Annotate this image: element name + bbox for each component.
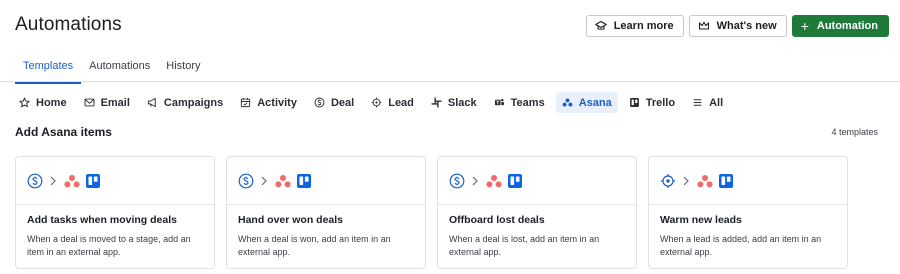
tab-bar: Templates Automations History bbox=[15, 56, 209, 84]
card-description: When a lead is added, add an item in an … bbox=[660, 234, 822, 257]
trello-logo-icon bbox=[719, 173, 733, 188]
tab-automations[interactable]: Automations bbox=[81, 56, 158, 84]
card-title: Warm new leads bbox=[660, 214, 742, 226]
filter-trello[interactable]: Trello bbox=[623, 92, 681, 113]
filter-deal-label: Deal bbox=[330, 96, 355, 109]
asana-logo-icon bbox=[275, 174, 291, 187]
graduation-cap-icon bbox=[594, 20, 607, 30]
template-cards: Add tasks when moving deals When a deal … bbox=[15, 156, 848, 269]
mail-icon bbox=[84, 98, 95, 107]
card-title: Hand over won deals bbox=[238, 214, 344, 226]
templates-count: 4 templates bbox=[831, 127, 878, 137]
chevron-right-icon bbox=[683, 176, 689, 185]
dollar-circle-icon bbox=[27, 173, 43, 188]
filter-lead-label: Lead bbox=[388, 96, 414, 109]
filter-home-label: Home bbox=[36, 96, 67, 109]
asana-logo-icon bbox=[64, 174, 80, 187]
dollar-circle-icon bbox=[238, 173, 254, 188]
filter-teams[interactable]: Teams bbox=[488, 92, 551, 113]
card-description: When a deal is moved to a stage, add an … bbox=[27, 234, 191, 257]
trello-logo-icon bbox=[86, 173, 100, 188]
section-title: Add Asana items bbox=[15, 125, 112, 139]
trello-icon bbox=[629, 98, 639, 107]
calendar-icon bbox=[241, 98, 251, 108]
slack-icon bbox=[431, 97, 442, 108]
target-icon bbox=[661, 173, 675, 188]
filter-activity[interactable]: Activity bbox=[234, 92, 303, 113]
asana-logo-icon bbox=[486, 174, 502, 187]
learn-more-label: Learn more bbox=[613, 20, 674, 32]
dollar-circle-icon bbox=[449, 173, 465, 188]
dollar-circle-icon bbox=[314, 97, 325, 108]
filter-trello-label: Trello bbox=[645, 96, 676, 109]
page-title: Automations bbox=[15, 14, 122, 35]
trello-logo-icon bbox=[297, 173, 311, 188]
template-card[interactable]: Warm new leads When a lead is added, add… bbox=[648, 156, 848, 269]
asana-icon bbox=[562, 98, 573, 107]
card-icon-row bbox=[649, 157, 847, 205]
tab-history[interactable]: History bbox=[158, 56, 208, 84]
filter-all[interactable]: All bbox=[686, 92, 729, 113]
card-icon-row bbox=[227, 157, 425, 205]
megaphone-icon bbox=[147, 97, 156, 108]
asana-logo-icon bbox=[697, 174, 713, 187]
card-description: When a deal is won, add an item in an ex… bbox=[238, 234, 391, 257]
tabs-divider bbox=[0, 81, 900, 82]
filter-email[interactable]: Email bbox=[78, 92, 136, 113]
template-card[interactable]: Offboard lost deals When a deal is lost,… bbox=[437, 156, 637, 269]
card-title: Offboard lost deals bbox=[449, 214, 545, 226]
filter-email-label: Email bbox=[100, 96, 130, 109]
list-icon bbox=[693, 99, 702, 106]
teams-icon bbox=[494, 98, 504, 106]
tab-templates[interactable]: Templates bbox=[15, 56, 82, 84]
card-icon-row bbox=[438, 157, 636, 205]
chevron-right-icon bbox=[50, 176, 56, 185]
filter-campaigns-label: Campaigns bbox=[163, 96, 224, 109]
template-card[interactable]: Add tasks when moving deals When a deal … bbox=[15, 156, 215, 269]
card-icon-row bbox=[16, 157, 214, 205]
filter-activity-label: Activity bbox=[257, 96, 297, 109]
filter-asana[interactable]: Asana bbox=[555, 92, 618, 113]
chevron-right-icon bbox=[472, 176, 478, 185]
header-actions: Learn more What's new + Automation bbox=[585, 15, 889, 37]
target-icon bbox=[371, 97, 382, 108]
trello-logo-icon bbox=[508, 173, 522, 188]
add-automation-button[interactable]: + Automation bbox=[791, 15, 889, 37]
filter-teams-label: Teams bbox=[510, 96, 545, 109]
filter-slack-label: Slack bbox=[447, 96, 477, 109]
star-icon bbox=[19, 97, 30, 108]
filter-deal[interactable]: Deal bbox=[308, 92, 360, 113]
filter-asana-label: Asana bbox=[578, 96, 612, 109]
filter-campaigns[interactable]: Campaigns bbox=[141, 92, 229, 113]
whats-new-label: What's new bbox=[716, 20, 777, 32]
chevron-right-icon bbox=[261, 176, 267, 185]
card-title: Add tasks when moving deals bbox=[27, 214, 177, 226]
template-card[interactable]: Hand over won deals When a deal is won, … bbox=[226, 156, 426, 269]
filter-lead[interactable]: Lead bbox=[365, 92, 420, 113]
card-description: When a deal is lost, add an item in an e… bbox=[449, 234, 600, 257]
learn-more-button[interactable]: Learn more bbox=[585, 15, 684, 37]
filter-all-label: All bbox=[709, 96, 724, 109]
filter-slack[interactable]: Slack bbox=[425, 92, 483, 113]
whats-new-button[interactable]: What's new bbox=[688, 15, 787, 37]
filter-home[interactable]: Home bbox=[13, 92, 73, 113]
filter-bar: Home Email Campaigns Activity Deal Lead … bbox=[13, 92, 729, 113]
plus-icon: + bbox=[800, 18, 809, 34]
crown-icon bbox=[698, 21, 709, 30]
automation-label: Automation bbox=[816, 20, 878, 32]
